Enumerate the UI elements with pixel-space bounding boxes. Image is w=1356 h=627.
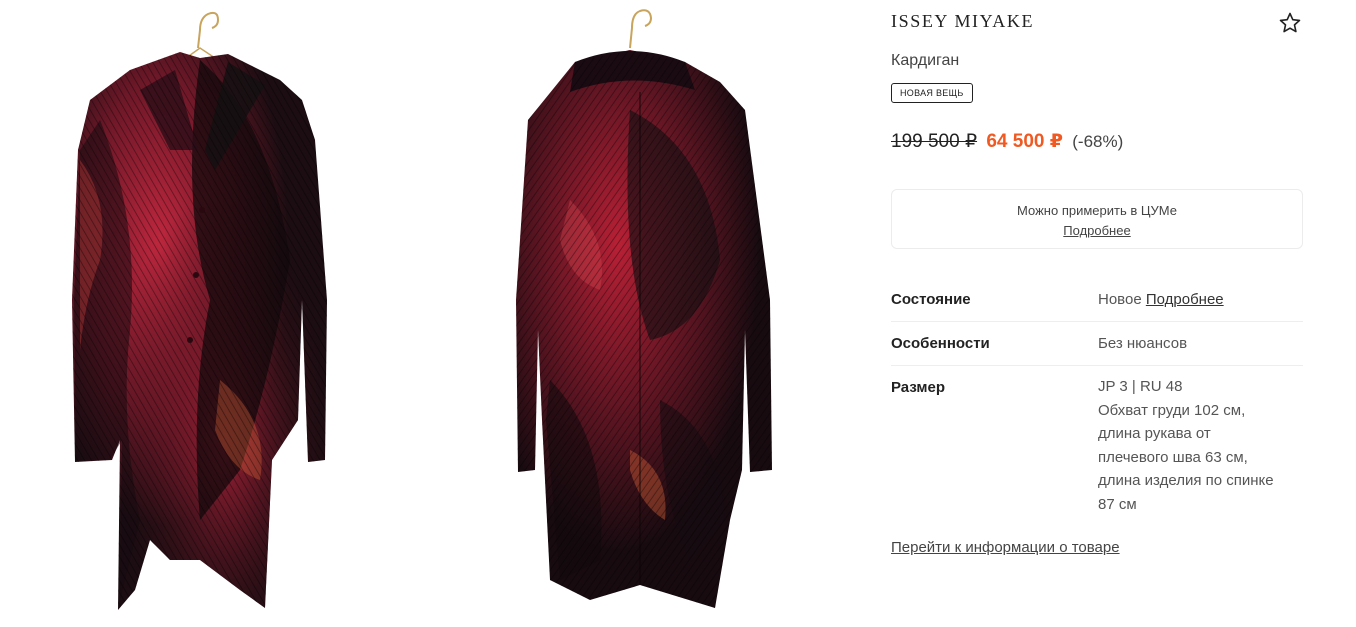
price-block: 199 500 ₽ 64 500 ₽ (-68%): [891, 130, 1123, 153]
size-line: длина рукава от: [1098, 425, 1211, 442]
size-line: длина изделия по спинке: [1098, 472, 1274, 489]
sale-price: 64 500 ₽: [986, 131, 1063, 152]
product-type: Кардиган: [891, 52, 960, 69]
spec-row-features: Особенности Без нюансов: [891, 322, 1303, 366]
spec-label-features: Особенности: [891, 335, 990, 352]
spec-row-size: Размер JP 3 | RU 48 Обхват груди 102 см,…: [891, 366, 1303, 526]
tryon-box: Можно примерить в ЦУМе Подробнее: [891, 189, 1303, 249]
size-line: 87 см: [1098, 495, 1137, 513]
discount-percent: (-68%): [1072, 132, 1124, 151]
condition-value: Новое: [1098, 291, 1142, 308]
size-line: плечевого шва 63 см,: [1098, 448, 1248, 466]
size-line: JP 3 | RU 48: [1098, 378, 1183, 395]
old-price: 199 500 ₽: [891, 131, 978, 152]
spec-row-condition: Состояние Новое Подробнее: [891, 278, 1303, 322]
size-line: Обхват груди 102 см,: [1098, 401, 1246, 419]
condition-more-link[interactable]: Подробнее: [1146, 291, 1224, 308]
product-details-link[interactable]: Перейти к информации о товаре: [891, 539, 1120, 556]
star-outline-icon: [1279, 12, 1301, 33]
spec-value-size: JP 3 | RU 48 Обхват груди 102 см, длина …: [1098, 375, 1303, 516]
spec-value-features: Без нюансов: [1098, 335, 1188, 352]
product-photo-front[interactable]: [40, 0, 370, 627]
brand-name[interactable]: ISSEY MIYAKE: [891, 11, 1034, 32]
specs-table: Состояние Новое Подробнее Особенности Бе…: [891, 278, 1303, 526]
spec-label-size: Размер: [891, 379, 946, 396]
spec-label-condition: Состояние: [891, 291, 971, 308]
product-gallery: [0, 0, 870, 627]
spec-value-condition: Новое Подробнее: [1098, 288, 1303, 312]
cardigan-back-image: [516, 9, 772, 608]
product-photo-back[interactable]: [480, 0, 810, 627]
cardigan-front-image: [72, 11, 327, 610]
tryon-more-link[interactable]: Подробнее: [892, 223, 1302, 238]
favorite-button[interactable]: [1277, 10, 1303, 36]
new-item-badge: НОВАЯ ВЕЩЬ: [891, 83, 973, 103]
tryon-text: Можно примерить в ЦУМе: [1017, 203, 1177, 218]
